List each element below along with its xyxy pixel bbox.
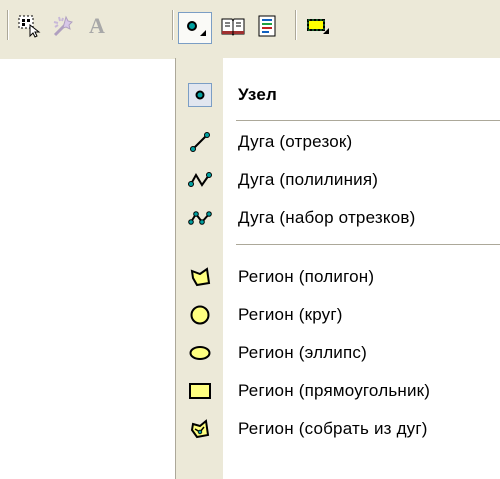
node-dropdown-button[interactable]: [178, 12, 212, 44]
menu-item-label: Дуга (набор отрезков): [238, 208, 416, 227]
region-from-arcs-icon: [188, 417, 212, 441]
book-icon: [220, 14, 246, 38]
magic-wand-icon: [51, 14, 75, 38]
book-button[interactable]: [218, 10, 248, 42]
region-fill-icon: [305, 14, 331, 38]
node-dropdown-menu: Узел Дуга (отрезок) Дуга (полилиния) Дуг…: [175, 58, 500, 479]
menu-item-label: Регион (прямоугольник): [238, 381, 431, 400]
arc-segment-set-icon: [188, 206, 212, 230]
menu-item-arc-segment[interactable]: Дуга (отрезок): [176, 123, 500, 161]
arc-polyline-icon: [188, 168, 212, 192]
menu-item-label: Узел: [238, 85, 278, 104]
select-tool-icon: [17, 14, 41, 38]
toolbar-separator: [7, 10, 8, 40]
menu-item-arc-segment-set[interactable]: Дуга (набор отрезков): [176, 199, 500, 237]
menu-separator: [236, 120, 500, 121]
menu-item-label: Регион (собрать из дуг): [238, 419, 428, 438]
menu-item-label: Регион (эллипс): [238, 343, 367, 362]
document-button[interactable]: [252, 10, 282, 42]
region-circle-icon: [188, 303, 212, 327]
toolbar-separator: [295, 10, 296, 40]
menu-item-region-rectangle[interactable]: Регион (прямоугольник): [176, 372, 500, 410]
menu-item-region-from-arcs[interactable]: Регион (собрать из дуг): [176, 410, 500, 448]
menu-item-region-circle[interactable]: Регион (круг): [176, 296, 500, 334]
menu-item-region-ellipse[interactable]: Регион (эллипс): [176, 334, 500, 372]
region-rectangle-icon: [188, 379, 212, 403]
document-icon: [255, 14, 279, 38]
menu-item-node[interactable]: Узел: [176, 76, 500, 114]
node-dropdown-icon: [182, 16, 208, 40]
region-ellipse-icon: [188, 341, 212, 365]
text-tool-button[interactable]: A: [82, 10, 112, 42]
menu-item-region-polygon[interactable]: Регион (полигон): [176, 258, 500, 296]
menu-item-label: Дуга (полилиния): [238, 170, 379, 189]
magic-wand-button[interactable]: [48, 10, 78, 42]
menu-item-label: Регион (круг): [238, 305, 343, 324]
node-icon: [188, 83, 212, 107]
region-fill-button[interactable]: [303, 10, 333, 42]
region-polygon-icon: [188, 265, 212, 289]
select-tool-button[interactable]: [14, 10, 44, 42]
toolbar-separator: [172, 10, 173, 40]
menu-separator: [236, 244, 500, 245]
menu-item-label: Дуга (отрезок): [238, 132, 353, 151]
menu-item-arc-polyline[interactable]: Дуга (полилиния): [176, 161, 500, 199]
toolbar: A: [0, 0, 500, 60]
menu-item-label: Регион (полигон): [238, 267, 375, 286]
arc-segment-icon: [188, 130, 212, 154]
text-tool-icon: A: [89, 13, 105, 38]
